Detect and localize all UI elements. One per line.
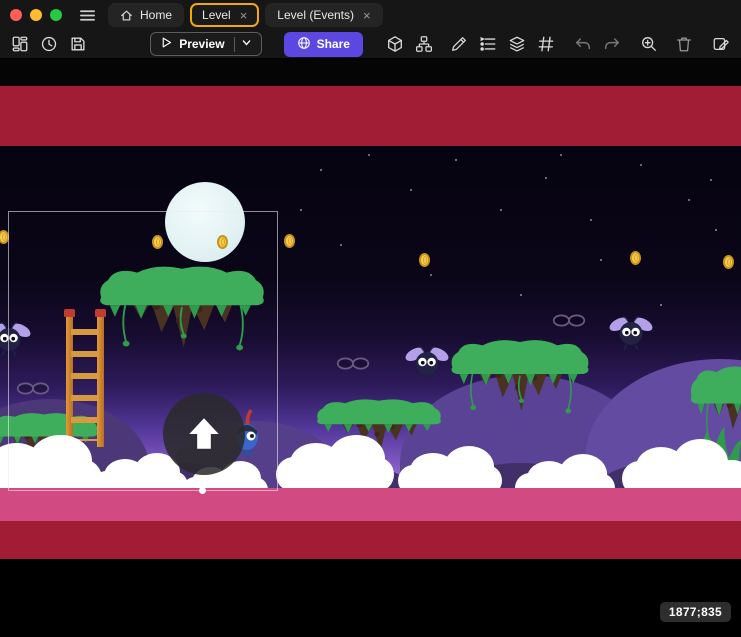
enemy[interactable] (608, 311, 654, 353)
project-panels-icon[interactable] (10, 34, 30, 54)
toolbar-left-group (10, 34, 88, 54)
jump-button[interactable] (163, 393, 245, 475)
star (520, 294, 522, 296)
preview-button[interactable]: Preview (150, 32, 261, 56)
preview-label: Preview (179, 37, 224, 51)
divider (234, 37, 235, 52)
tab-home[interactable]: Home (108, 3, 184, 27)
traffic-lights (10, 9, 62, 21)
scene-band-black-top (0, 59, 741, 86)
tab-label: Level (Events) (277, 8, 354, 22)
coin[interactable] (723, 255, 734, 269)
star (688, 199, 690, 201)
zoom-window-button[interactable] (50, 9, 62, 21)
zoom-in-icon[interactable] (639, 34, 659, 54)
close-icon[interactable]: × (361, 9, 371, 22)
cursor-coordinates-badge: 1877;835 (660, 602, 731, 622)
share-button[interactable]: Share (284, 32, 363, 57)
star (368, 154, 370, 156)
object-list-icon[interactable] (478, 34, 498, 54)
scene-band-black-bottom (0, 559, 741, 637)
scene-band-red-top (0, 86, 741, 146)
tab-label: Level (202, 8, 231, 22)
scene-ground-pink (0, 488, 741, 521)
tab-label: Home (140, 8, 172, 22)
star (545, 177, 547, 179)
globe-icon (297, 36, 311, 53)
enemy[interactable] (404, 341, 450, 383)
tab-bar: Home Level × Level (Events) × (108, 3, 383, 27)
edit-properties-icon[interactable] (711, 34, 731, 54)
star (300, 209, 302, 211)
play-icon (160, 36, 173, 52)
star (660, 304, 662, 306)
title-bar: Home Level × Level (Events) × (0, 0, 741, 30)
close-icon[interactable]: × (238, 9, 248, 22)
star (455, 159, 457, 161)
coin[interactable] (284, 234, 295, 248)
instances-graph-icon[interactable] (414, 34, 434, 54)
star (715, 229, 717, 231)
minimize-window-button[interactable] (30, 9, 42, 21)
star (340, 244, 342, 246)
star (600, 259, 602, 261)
tab-level[interactable]: Level × (190, 3, 259, 27)
scene-editor-canvas[interactable]: 1877;835 (0, 59, 741, 637)
cloud (276, 457, 394, 492)
tab-level-events[interactable]: Level (Events) × (265, 3, 382, 27)
eyes-decor (336, 356, 370, 371)
toolbar: Preview Share (0, 30, 741, 59)
toolbar-right-group (385, 34, 731, 54)
anchor-dot (199, 487, 206, 494)
scene-band-red-bottom (0, 521, 741, 559)
app-window: Home Level × Level (Events) × (0, 0, 741, 637)
history-clock-icon[interactable] (39, 34, 59, 54)
coin[interactable] (419, 253, 430, 267)
trash-icon[interactable] (674, 34, 694, 54)
close-window-button[interactable] (10, 9, 22, 21)
star (410, 189, 412, 191)
star (320, 169, 322, 171)
coin[interactable] (630, 251, 641, 265)
eyes-decor (552, 313, 586, 328)
layers-icon[interactable] (507, 34, 527, 54)
star (560, 154, 562, 156)
undo-icon[interactable] (573, 34, 593, 54)
share-label: Share (317, 37, 350, 51)
star (640, 164, 642, 166)
chevron-down-icon[interactable] (241, 37, 252, 51)
star (590, 219, 592, 221)
grid-icon[interactable] (536, 34, 556, 54)
box-3d-icon[interactable] (385, 34, 405, 54)
redo-icon[interactable] (602, 34, 622, 54)
star (430, 274, 432, 276)
star (500, 209, 502, 211)
platform[interactable] (448, 337, 592, 421)
star (710, 179, 712, 181)
menu-icon[interactable] (76, 4, 98, 26)
pencil-icon[interactable] (449, 34, 469, 54)
home-icon (120, 9, 133, 22)
save-icon[interactable] (68, 34, 88, 54)
